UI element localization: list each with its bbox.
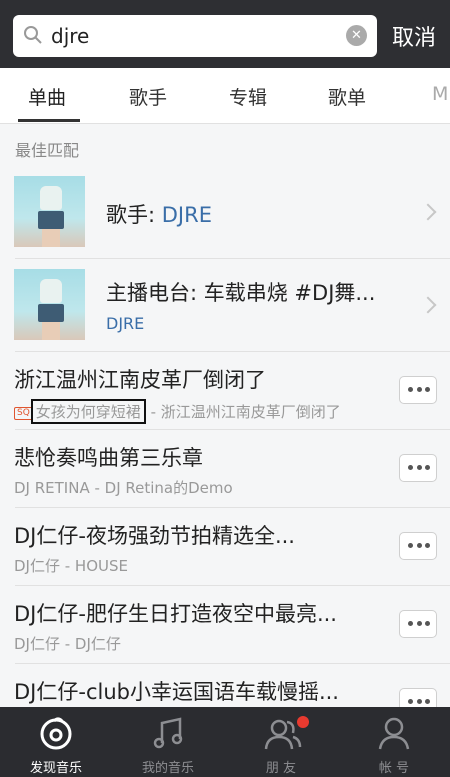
more-options-button[interactable] [399, 610, 437, 638]
radio-title: 主播电台: 车载串烧 #DJ舞... [106, 281, 376, 305]
bottom-nav: 发现音乐 我的音乐 朋 友 帐 号 [0, 707, 450, 777]
artist-name: DJRE [161, 203, 212, 227]
radio-host: DJRE [106, 314, 145, 333]
nav-friends[interactable]: 朋 友 [225, 707, 337, 777]
song-subtitle: SQ 女孩为何穿短裙 - 浙江温州江南皮革厂倒闭了 [14, 399, 341, 424]
tab-artists[interactable]: 歌手 [129, 83, 167, 110]
nav-account[interactable]: 帐 号 [338, 707, 450, 777]
more-dots-icon [408, 465, 430, 471]
nav-label: 帐 号 [378, 761, 410, 776]
tab-more[interactable]: M [432, 83, 448, 105]
best-match-heading: 最佳匹配 [15, 141, 80, 160]
account-icon [378, 717, 410, 750]
active-tab-indicator [18, 119, 80, 122]
clear-icon[interactable]: ✕ [346, 25, 367, 46]
song-row[interactable]: 悲怆奏鸣曲第三乐章 DJ RETINA - DJ Retina的Demo [0, 430, 450, 508]
more-dots-icon [408, 387, 430, 393]
nav-discover-music[interactable]: 发现音乐 [0, 707, 112, 777]
song-title: DJ仁仔-肥仔生日打造夜空中最亮... [14, 602, 337, 626]
song-row[interactable]: DJ仁仔-夜场强劲节拍精选全... DJ仁仔 - HOUSE [0, 508, 450, 586]
more-dots-icon [408, 621, 430, 627]
chevron-right-icon [419, 296, 437, 314]
song-row[interactable]: 浙江温州江南皮革厂倒闭了 SQ 女孩为何穿短裙 - 浙江温州江南皮革厂倒闭了 [0, 352, 450, 430]
search-query-text: djre [51, 24, 90, 48]
highlighted-text: 女孩为何穿短裙 [30, 399, 146, 424]
song-title: DJ仁仔-club小幸运国语车载慢摇... [14, 680, 339, 704]
search-input[interactable]: djre ✕ [13, 15, 377, 57]
top-bar: djre ✕ 取消 [0, 0, 450, 68]
song-row[interactable]: DJ仁仔-肥仔生日打造夜空中最亮... DJ仁仔 - DJ仁仔 [0, 586, 450, 664]
nav-label: 发现音乐 [29, 761, 82, 776]
result-tabs: 单曲 歌手 专辑 歌单 M [0, 68, 450, 124]
song-title: DJ仁仔-夜场强劲节拍精选全... [14, 524, 295, 548]
song-subtitle: DJ仁仔 - DJ仁仔 [14, 635, 121, 653]
chevron-right-icon [419, 203, 437, 221]
artist-label: 歌手: DJRE [106, 203, 212, 227]
artist-thumbnail [14, 176, 85, 247]
best-match-radio[interactable]: 主播电台: 车载串烧 #DJ舞... DJRE [0, 259, 450, 351]
more-options-button[interactable] [399, 454, 437, 482]
radio-thumbnail [14, 269, 85, 340]
nav-label: 我的音乐 [141, 761, 194, 776]
best-match-artist[interactable]: 歌手: DJRE [0, 166, 450, 258]
more-options-button[interactable] [399, 376, 437, 404]
notification-dot [297, 716, 309, 728]
song-subtitle: DJ仁仔 - HOUSE [14, 557, 128, 575]
more-dots-icon [408, 543, 430, 549]
search-icon [24, 26, 42, 44]
more-dots-icon [408, 699, 430, 705]
music-note-icon [153, 717, 183, 749]
song-subtitle: DJ RETINA - DJ Retina的Demo [14, 479, 233, 497]
nav-my-music[interactable]: 我的音乐 [112, 707, 224, 777]
song-title: 悲怆奏鸣曲第三乐章 [14, 446, 203, 470]
cancel-button[interactable]: 取消 [392, 20, 436, 52]
tab-songs[interactable]: 单曲 [28, 83, 66, 110]
tab-playlists[interactable]: 歌单 [328, 83, 366, 110]
tab-albums[interactable]: 专辑 [229, 83, 267, 110]
song-title: 浙江温州江南皮革厂倒闭了 [14, 368, 266, 392]
more-options-button[interactable] [399, 532, 437, 560]
nav-label: 朋 友 [265, 761, 297, 776]
netease-music-icon [40, 717, 72, 750]
